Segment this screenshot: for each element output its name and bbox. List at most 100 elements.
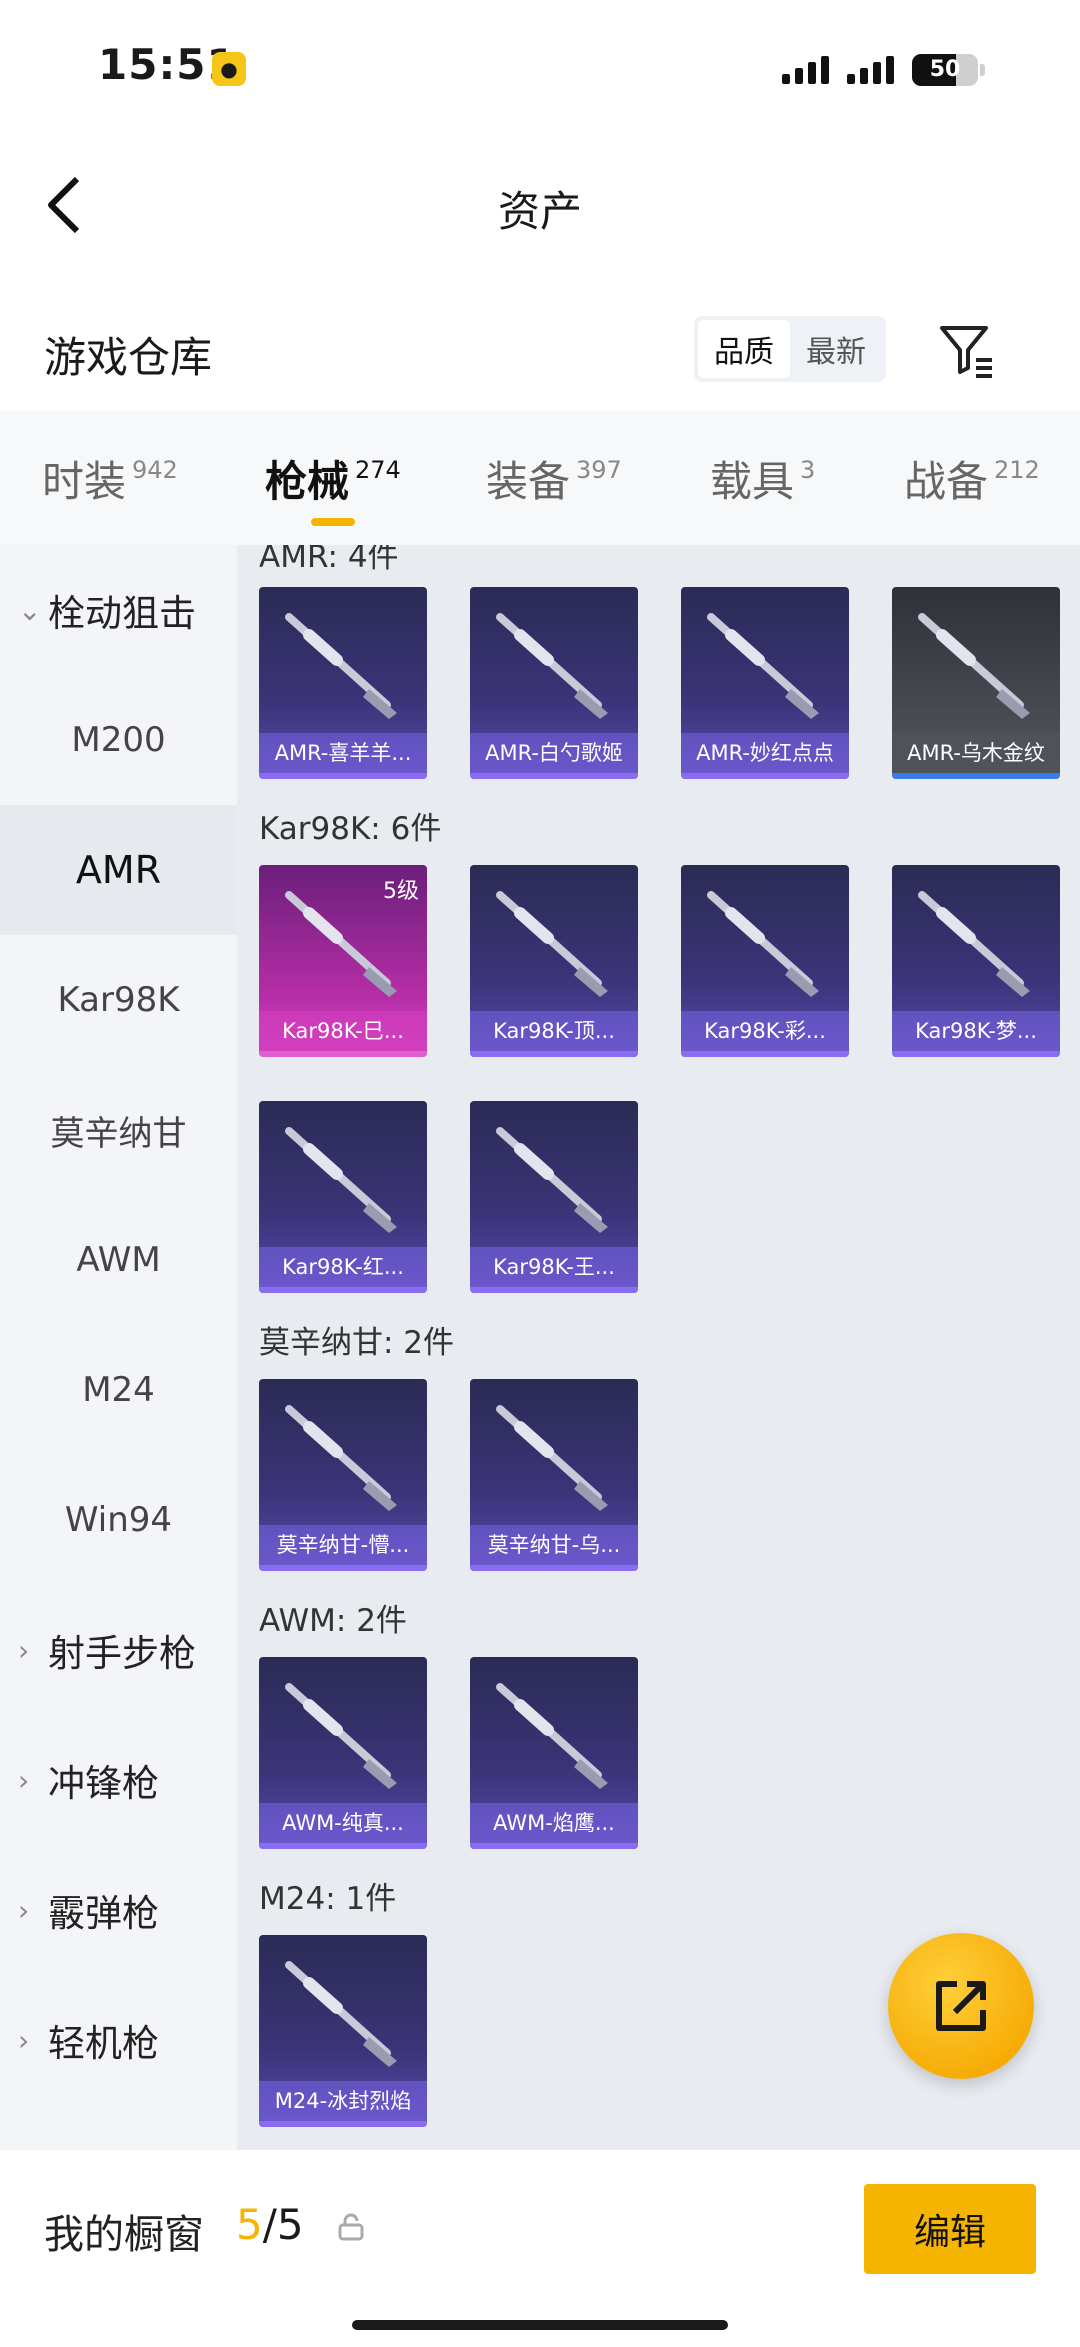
weapon-card[interactable]: AMR-妙红点点 — [681, 587, 849, 779]
sidebar-item-label: Kar98K — [57, 980, 180, 1020]
weapon-card[interactable]: Kar98K-梦... — [892, 865, 1060, 1057]
tab-count: 212 — [994, 456, 1040, 484]
rifle-icon — [285, 1405, 397, 1511]
tab-label: 战备 — [904, 457, 989, 506]
sidebar-item-m200[interactable]: M200 — [0, 675, 237, 805]
sidebar-item-label: 手枪 — [48, 2143, 122, 2150]
weapon-card[interactable]: 莫辛纳甘-懵... — [259, 1379, 427, 1571]
weapon-card[interactable]: 5级 Kar98K-巳... — [259, 865, 427, 1057]
weapon-card[interactable]: AMR-白勺歌姬 — [470, 587, 638, 779]
sidebar-item-label: 霰弹枪 — [48, 1892, 159, 1935]
edit-button[interactable]: 编辑 — [864, 2184, 1036, 2274]
sidebar-item-m24[interactable]: M24 — [0, 1325, 237, 1455]
sidebar-item-mosin[interactable]: 莫辛纳甘 — [0, 1065, 237, 1195]
showcase-label: 我的橱窗 — [44, 2212, 204, 2258]
weapon-card[interactable]: AMR-喜羊羊... — [259, 587, 427, 779]
sidebar-item-awm[interactable]: AWM — [0, 1195, 237, 1325]
sidebar-item-bolt-action[interactable]: ⌄ 栓动狙击 — [0, 545, 237, 675]
section-title: AWM: 2件 — [259, 1603, 407, 1639]
rifle-icon — [707, 891, 819, 997]
sidebar-item-lmg[interactable]: › 轻机枪 — [0, 1975, 237, 2105]
weapon-name: Kar98K-王... — [470, 1247, 638, 1287]
sidebar-item-amr[interactable]: AMR — [0, 805, 237, 935]
tab-fashion[interactable]: 时装 942 — [42, 448, 178, 509]
showcase-total: 5 — [276, 2200, 304, 2249]
category-tabs: 时装 942 枪械 274 装备 397 载具 3 战备 212 — [0, 410, 1080, 545]
sidebar-item-label: 射手步枪 — [48, 1632, 196, 1675]
rifle-icon — [285, 1683, 397, 1789]
weapon-name: M24-冰封烈焰 — [259, 2081, 427, 2121]
sort-quality-button[interactable]: 品质 — [698, 320, 790, 378]
tab-weapons[interactable]: 枪械 274 — [265, 448, 401, 509]
tab-label: 装备 — [486, 457, 571, 506]
signal-icon — [847, 54, 894, 84]
subcategory-sidebar: ⌄ 栓动狙击 M200 AMR Kar98K 莫辛纳甘 AWM M24 Win94… — [0, 545, 237, 2150]
chevron-right-icon: › — [18, 2023, 30, 2057]
filter-button[interactable] — [936, 320, 996, 380]
sidebar-item-kar98k[interactable]: Kar98K — [0, 935, 237, 1065]
sidebar-item-label: 莫辛纳甘 — [50, 1113, 187, 1154]
chevron-right-icon: › — [18, 1763, 30, 1797]
weapon-name: Kar98K-红... — [259, 1247, 427, 1287]
weapon-card[interactable]: AMR-乌木金纹 — [892, 587, 1060, 779]
tab-label: 枪械 — [265, 457, 350, 506]
section-title: AMR: 4件 — [259, 545, 399, 575]
weapon-card[interactable]: AWM-纯真... — [259, 1657, 427, 1849]
tab-vehicles[interactable]: 载具 3 — [710, 448, 815, 509]
sidebar-item-shotgun[interactable]: › 霰弹枪 — [0, 1845, 237, 1975]
weapon-name: AWM-焰鹰... — [470, 1803, 638, 1843]
section-title: 莫辛纳甘: 2件 — [259, 1325, 455, 1361]
active-tab-indicator — [311, 518, 355, 526]
weapon-name: AMR-喜羊羊... — [259, 733, 427, 773]
chevron-right-icon: › — [18, 1633, 30, 1667]
tab-count: 274 — [355, 456, 401, 484]
weapon-card[interactable]: 莫辛纳甘-乌... — [470, 1379, 638, 1571]
weapon-card[interactable]: Kar98K-顶... — [470, 865, 638, 1057]
tab-count: 3 — [800, 456, 816, 484]
weapon-card[interactable]: Kar98K-彩... — [681, 865, 849, 1057]
page-title: 资产 — [497, 187, 582, 236]
weapon-name: 莫辛纳甘-乌... — [470, 1525, 638, 1565]
rifle-icon — [707, 613, 819, 719]
weapon-name: AMR-白勺歌姬 — [470, 733, 638, 773]
sidebar-item-label: Win94 — [64, 1500, 173, 1540]
weapon-card[interactable]: AWM-焰鹰... — [470, 1657, 638, 1849]
tab-label: 时装 — [42, 457, 127, 506]
rifle-icon — [918, 891, 1030, 997]
weapon-name: Kar98K-梦... — [892, 1011, 1060, 1051]
app-notification-icon: ● — [212, 52, 246, 86]
sidebar-item-marksman[interactable]: › 射手步枪 — [0, 1585, 237, 1715]
tab-supplies[interactable]: 战备 212 — [904, 448, 1040, 509]
weapon-card[interactable]: M24-冰封烈焰 — [259, 1935, 427, 2127]
share-icon — [936, 1981, 986, 2031]
showcase-current: 5 — [236, 2200, 263, 2249]
sidebar-item-win94[interactable]: Win94 — [0, 1455, 237, 1585]
rifle-icon — [496, 613, 608, 719]
sidebar-item-label: AMR — [75, 848, 162, 892]
chevron-right-icon: › — [18, 1893, 30, 1927]
sidebar-item-pistol[interactable]: ›手枪 — [0, 2105, 237, 2150]
tab-count: 397 — [576, 456, 622, 484]
showcase-separator: / — [262, 2200, 277, 2249]
weapon-card[interactable]: Kar98K-红... — [259, 1101, 427, 1293]
rifle-icon — [496, 1127, 608, 1233]
battery-tip — [980, 64, 985, 76]
tab-equipment[interactable]: 装备 397 — [486, 448, 622, 509]
weapon-grid: AMR: 4件 AMR-喜羊羊... AMR-白勺歌姬 AMR-妙红点点 AMR… — [237, 545, 1080, 2150]
weapon-name: AMR-妙红点点 — [681, 733, 849, 773]
sidebar-item-label: AWM — [76, 1240, 161, 1280]
section-title: M24: 1件 — [259, 1881, 397, 1917]
sidebar-item-label: 冲锋枪 — [48, 1762, 159, 1805]
showcase-bar: 我的橱窗 5/5 编辑 — [0, 2150, 1080, 2347]
nav-bar: 资产 — [0, 150, 1080, 260]
weapon-card[interactable]: Kar98K-王... — [470, 1101, 638, 1293]
sort-newest-button[interactable]: 最新 — [790, 320, 882, 378]
sidebar-item-smg[interactable]: › 冲锋枪 — [0, 1715, 237, 1845]
showcase-count: 5/5 — [236, 2200, 304, 2249]
share-button[interactable] — [888, 1933, 1034, 2079]
rifle-icon — [285, 1127, 397, 1233]
rifle-icon — [496, 891, 608, 997]
weapon-name: Kar98K-彩... — [681, 1011, 849, 1051]
sidebar-item-label: M200 — [71, 720, 166, 760]
weapon-name: Kar98K-巳... — [259, 1011, 427, 1051]
